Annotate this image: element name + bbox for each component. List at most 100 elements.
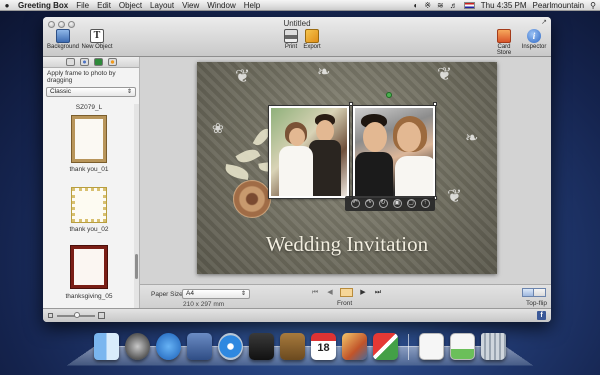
greeting-box-icon[interactable]	[373, 333, 398, 360]
frame-thumbnail-thank-you-01[interactable]	[71, 115, 107, 163]
frame-label: SZ079_L	[75, 104, 103, 111]
groom-suit	[355, 152, 393, 196]
menu-help[interactable]: Help	[240, 1, 264, 10]
frame-label: thank you_01	[69, 166, 109, 173]
spotlight-icon[interactable]: ⚲	[590, 1, 596, 10]
frame-category-select[interactable]: Classic ⇕	[46, 87, 136, 97]
address-book-icon[interactable]	[280, 333, 305, 360]
page-side-label: Front	[337, 300, 353, 307]
previous-page-icon[interactable]: ◀	[325, 288, 335, 297]
bluetooth-icon[interactable]: ※	[424, 1, 431, 10]
card-page[interactable]: ❦ ❧ ❦ ❧ ❦ ❀ ↶ ↷ ↻ ▣ ▢ ↑ Wedding Invitati…	[197, 62, 497, 274]
zoom-out-icon[interactable]	[48, 313, 53, 318]
card-store-button[interactable]: Card Store	[490, 29, 518, 56]
store-icon	[497, 29, 511, 43]
crop-icon[interactable]: ▣	[392, 199, 402, 208]
groom-face	[363, 122, 387, 152]
canvas-bottom-bar: Paper Size: A4 ⇕ 210 x 297 mm ⏮ ◀ ▶ ⏭ Fr…	[140, 284, 551, 308]
frame-list: SZ079_L thank you_01 thank you_02 thanks…	[43, 104, 135, 308]
groom-suit	[309, 140, 341, 196]
facebook-icon[interactable]: f	[537, 311, 546, 320]
last-page-icon[interactable]: ⏭	[373, 288, 383, 297]
apple-menu-icon[interactable]: ●	[0, 1, 14, 10]
ornament-icon: ❦	[235, 66, 251, 86]
side-flip-option[interactable]	[534, 288, 546, 297]
user-menu[interactable]: Pearlmountain	[533, 1, 585, 10]
print-button[interactable]: Print	[283, 29, 299, 50]
undo-icon[interactable]: ↶	[350, 199, 360, 208]
photo-frame-left[interactable]	[269, 106, 349, 198]
downloads-icon[interactable]	[450, 333, 475, 360]
calendar-icon[interactable]: 18	[311, 333, 336, 360]
trash-icon[interactable]	[481, 333, 506, 360]
redo-icon[interactable]: ↷	[364, 199, 374, 208]
frame-thumbnail-thanksgiving-05[interactable]	[70, 245, 108, 289]
bride-face	[397, 122, 421, 152]
clock[interactable]: Thu 4:35 PM	[481, 1, 527, 10]
app-store-icon[interactable]	[156, 333, 181, 360]
sidebar-scrollbar[interactable]	[134, 104, 139, 308]
tab-backgrounds-icon[interactable]	[65, 58, 75, 66]
menu-edit[interactable]: Edit	[93, 1, 115, 10]
preview-icon[interactable]	[187, 333, 212, 360]
frame-icon[interactable]: ▢	[406, 199, 416, 208]
sidebar-tabs	[43, 57, 139, 68]
scrollbar-thumb[interactable]	[135, 254, 138, 279]
photo-frame-right[interactable]	[353, 106, 435, 198]
input-source-flag-icon[interactable]	[463, 2, 475, 9]
tab-clipart-icon[interactable]	[79, 58, 89, 66]
menu-window[interactable]: Window	[203, 1, 239, 10]
tab-masks-icon[interactable]	[107, 58, 117, 66]
launchpad-icon[interactable]	[125, 333, 150, 360]
frame-label: thanksgiving_05	[65, 293, 113, 300]
ornament-icon: ❧	[317, 64, 331, 81]
app-window: Untitled ↗ Background T New Object Print…	[43, 17, 551, 322]
zoom-in-icon[interactable]	[98, 312, 105, 319]
window-title: Untitled	[283, 19, 311, 28]
fullscreen-icon[interactable]: ↗	[541, 18, 547, 26]
top-flip-option[interactable]	[522, 288, 534, 297]
menu-bar: ● Greeting Box File Edit Object Layout V…	[0, 0, 600, 11]
rotate-handle[interactable]	[386, 92, 392, 98]
leaf-decoration	[235, 145, 261, 167]
volume-icon[interactable]: ♬	[450, 1, 458, 10]
page-thumbnail[interactable]	[340, 288, 353, 297]
ornament-icon: ❧	[465, 130, 479, 147]
flip-mode-toggle[interactable]	[522, 288, 546, 297]
finder-icon[interactable]	[94, 333, 119, 360]
bring-forward-icon[interactable]: ↑	[420, 199, 430, 208]
menu-layout[interactable]: Layout	[146, 1, 178, 10]
frame-thumbnail-thank-you-02[interactable]	[71, 187, 107, 223]
tab-frames-icon[interactable]	[93, 58, 103, 66]
iphoto-icon[interactable]	[342, 333, 367, 360]
flower-decoration[interactable]	[233, 180, 271, 218]
background-button[interactable]: Background	[46, 29, 80, 50]
export-icon	[305, 29, 319, 43]
safari-icon[interactable]	[218, 333, 243, 360]
invitation-title[interactable]: Wedding Invitation	[197, 232, 497, 257]
menu-file[interactable]: File	[72, 1, 93, 10]
groom-face	[316, 120, 334, 142]
new-object-button[interactable]: T New Object	[81, 29, 113, 50]
menu-app-name[interactable]: Greeting Box	[14, 1, 72, 10]
inspector-button[interactable]: i Inspector	[520, 29, 548, 50]
paper-size-select[interactable]: A4 ⇕	[182, 289, 250, 299]
resize-handle[interactable]	[433, 102, 437, 106]
title-bar: Untitled ↗ Background T New Object Print…	[43, 17, 551, 57]
wifi-icon[interactable]: ≋	[437, 1, 444, 10]
next-page-icon[interactable]: ▶	[358, 288, 368, 297]
slider-knob[interactable]	[74, 312, 80, 318]
export-button[interactable]: Export	[301, 29, 323, 50]
time-machine-icon[interactable]: ◐	[413, 1, 418, 10]
menu-object[interactable]: Object	[115, 1, 146, 10]
wedding-photo-left	[271, 108, 347, 196]
first-page-icon[interactable]: ⏮	[310, 288, 320, 297]
dock: 18	[94, 333, 506, 360]
menu-extras: ◐ ※ ≋ ♬ Thu 4:35 PM Pearlmountain ⚲	[413, 0, 596, 11]
facetime-icon[interactable]	[249, 333, 274, 360]
document-icon[interactable]	[419, 333, 444, 360]
rotate-icon[interactable]: ↻	[378, 199, 388, 208]
menu-view[interactable]: View	[178, 1, 203, 10]
resize-handle[interactable]	[349, 102, 353, 106]
frames-sidebar: Apply frame to photo by dragging Classic…	[43, 57, 140, 308]
